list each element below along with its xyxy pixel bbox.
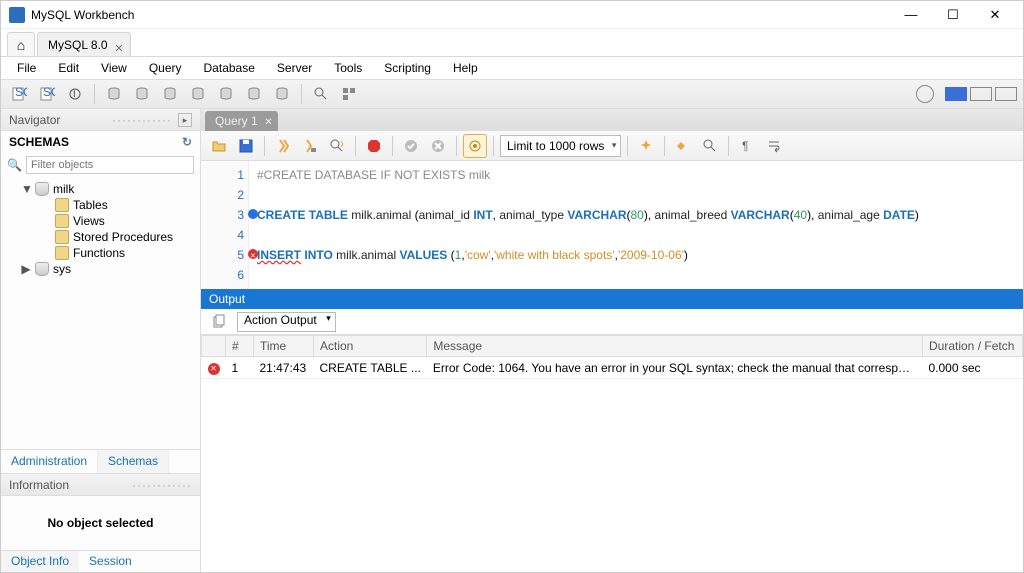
tree-db-sys[interactable]: ▶sys — [1, 261, 200, 277]
main-toolbar: SQL SQL i — [1, 79, 1023, 109]
db-button-4[interactable] — [186, 82, 210, 106]
window-title: MySQL Workbench — [31, 8, 891, 22]
toggle-right-panel[interactable] — [995, 87, 1017, 101]
collapse-icon[interactable]: ▸ — [178, 113, 192, 127]
close-button[interactable]: ✕ — [975, 3, 1015, 27]
nav-tab-schemas[interactable]: Schemas — [98, 450, 169, 473]
db-button-7[interactable] — [270, 82, 294, 106]
execute-current-button[interactable] — [298, 134, 322, 158]
navigator-header: Navigator ············ ▸ — [1, 109, 200, 131]
search-button[interactable] — [309, 82, 333, 106]
svg-text:i: i — [73, 86, 76, 100]
app-icon — [9, 7, 25, 23]
connection-tab[interactable]: MySQL 8.0 ✕ — [37, 32, 131, 56]
autocommit-toggle[interactable] — [463, 134, 487, 158]
menu-server[interactable]: Server — [267, 59, 322, 77]
execute-button[interactable] — [271, 134, 295, 158]
db-button-6[interactable] — [242, 82, 266, 106]
query-toolbar: Limit to 1000 rows ¶ — [201, 131, 1023, 161]
find-button[interactable] — [671, 134, 695, 158]
information-body: No object selected — [1, 496, 200, 550]
svg-text:SQL: SQL — [43, 86, 55, 99]
schema-tree: ▼milkTablesViewsStored ProceduresFunctio… — [1, 177, 200, 449]
output-grid: #TimeActionMessageDuration / Fetch ✕121:… — [201, 335, 1023, 572]
schemas-label: SCHEMAS — [9, 135, 69, 149]
minimize-button[interactable]: — — [891, 3, 931, 27]
connection-tab-label: MySQL 8.0 — [48, 38, 108, 52]
tree-db-milk[interactable]: ▼milk — [1, 181, 200, 197]
menu-file[interactable]: File — [7, 59, 46, 77]
menu-help[interactable]: Help — [443, 59, 488, 77]
tree-folder-functions[interactable]: Functions — [1, 245, 200, 261]
menu-database[interactable]: Database — [194, 59, 265, 77]
filter-input[interactable] — [26, 156, 194, 174]
menu-scripting[interactable]: Scripting — [374, 59, 441, 77]
navigator-panel: Navigator ············ ▸ SCHEMAS ↻ 🔍 ▼mi… — [1, 109, 201, 572]
limit-rows-dropdown[interactable]: Limit to 1000 rows — [500, 135, 621, 157]
info-tab-object-info[interactable]: Object Info — [1, 551, 79, 572]
svg-text:¶: ¶ — [742, 139, 748, 153]
output-copy-button[interactable] — [207, 310, 231, 334]
close-icon[interactable]: ✕ — [264, 113, 272, 133]
maximize-button[interactable]: ☐ — [933, 3, 973, 27]
new-sql-tab-button[interactable]: SQL — [7, 82, 31, 106]
information-header: Information ············ — [1, 474, 200, 496]
open-file-button[interactable] — [207, 134, 231, 158]
tree-folder-stored-procedures[interactable]: Stored Procedures — [1, 229, 200, 245]
toggle-left-panel[interactable] — [945, 87, 967, 101]
db-button-5[interactable] — [214, 82, 238, 106]
error-icon: ✕ — [208, 363, 220, 375]
menu-query[interactable]: Query — [139, 59, 192, 77]
commit-button[interactable] — [399, 134, 423, 158]
toggle-invisible-button[interactable]: ¶ — [735, 134, 759, 158]
wrap-button[interactable] — [762, 134, 786, 158]
tree-folder-views[interactable]: Views — [1, 213, 200, 229]
refresh-icon[interactable]: ↻ — [182, 135, 192, 149]
rollback-button[interactable] — [426, 134, 450, 158]
svg-text:SQL: SQL — [15, 86, 27, 99]
titlebar: MySQL Workbench — ☐ ✕ — [1, 1, 1023, 29]
menu-edit[interactable]: Edit — [48, 59, 89, 77]
query-tab[interactable]: Query 1 ✕ — [205, 111, 278, 131]
info-tab-session[interactable]: Session — [79, 551, 142, 572]
output-type-dropdown[interactable]: Action Output — [237, 312, 336, 332]
connection-tabs: ⌂ MySQL 8.0 ✕ — [1, 29, 1023, 57]
beautify-button[interactable] — [634, 134, 658, 158]
menu-view[interactable]: View — [91, 59, 137, 77]
search-button-2[interactable] — [698, 134, 722, 158]
explain-button[interactable] — [325, 134, 349, 158]
open-sql-button[interactable]: SQL — [35, 82, 59, 106]
output-header: Output — [201, 289, 1023, 309]
toggle-bottom-panel[interactable] — [970, 87, 992, 101]
settings-icon[interactable] — [916, 85, 934, 103]
dashboard-button[interactable] — [337, 82, 361, 106]
save-button[interactable] — [234, 134, 258, 158]
db-button-2[interactable] — [130, 82, 154, 106]
menubar: FileEditViewQueryDatabaseServerToolsScri… — [1, 57, 1023, 79]
tree-folder-tables[interactable]: Tables — [1, 197, 200, 213]
stop-button[interactable] — [362, 134, 386, 158]
sql-editor[interactable]: 123456 #CREATE DATABASE IF NOT EXISTS mi… — [201, 161, 1023, 289]
search-icon: 🔍 — [7, 158, 22, 172]
db-button-3[interactable] — [158, 82, 182, 106]
db-button-1[interactable] — [102, 82, 126, 106]
main-area: Query 1 ✕ Limit to 1000 rows — [201, 109, 1023, 572]
home-button[interactable]: ⌂ — [7, 32, 35, 56]
inspector-button[interactable]: i — [63, 82, 87, 106]
close-icon[interactable]: ✕ — [114, 37, 123, 61]
menu-tools[interactable]: Tools — [324, 59, 372, 77]
nav-tab-administration[interactable]: Administration — [1, 450, 98, 473]
output-row[interactable]: ✕121:47:43CREATE TABLE ...Error Code: 10… — [202, 357, 1023, 379]
